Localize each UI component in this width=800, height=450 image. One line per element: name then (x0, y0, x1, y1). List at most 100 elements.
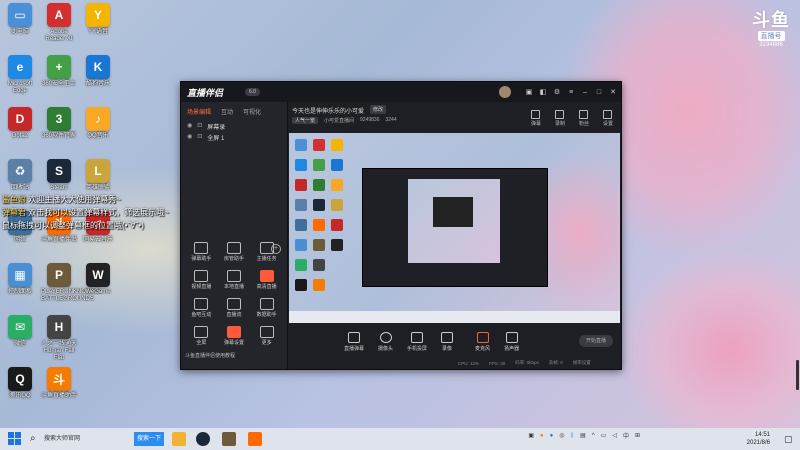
tool-item[interactable]: 主播任务 (250, 242, 283, 262)
volume-icon[interactable]: ◁ (612, 432, 617, 439)
desktop-icon-label: Steam (50, 185, 68, 191)
douyu-icon[interactable] (248, 432, 262, 446)
desktop-icon[interactable]: W WeGame (80, 263, 116, 296)
message-icon[interactable]: ▣ (525, 88, 533, 96)
desktop-icon[interactable]: e Microsoft Edge (2, 55, 38, 95)
settings-tool[interactable]: 设置 (603, 110, 613, 127)
input-mode-icon[interactable]: ⊞ (635, 432, 640, 439)
folder-icon[interactable] (172, 432, 186, 446)
search-icon[interactable]: ⌕ (30, 432, 44, 446)
maximize-icon[interactable]: □ (595, 89, 603, 96)
mic-control[interactable]: 麦克风 (475, 332, 490, 352)
tray-app-icon[interactable]: ● (550, 433, 554, 439)
scene-item[interactable]: ◉ ⊡ 全屏 1 (181, 132, 287, 143)
record-control[interactable]: 录像 (441, 332, 454, 352)
menu-icon[interactable]: ≡ (567, 89, 575, 96)
eye-icon[interactable]: ◉ (187, 122, 192, 131)
desktop-icon[interactable]: S Steam (41, 159, 77, 192)
desktop-icon-label: 控制面板 (7, 289, 32, 295)
tool-item[interactable]: 房管助手 (218, 242, 251, 262)
tool-item[interactable]: 全屏 (185, 326, 218, 346)
desktop-icon[interactable]: ✉ 微信 (2, 315, 38, 348)
framerate-setting[interactable]: 帧率设置 (573, 360, 591, 366)
scene-item[interactable]: ◉ ⊡ 屏幕录 (181, 121, 287, 132)
desktop-icon[interactable]: ♻ 回收站 (2, 159, 38, 192)
ime-indicator[interactable]: 中 (623, 431, 629, 440)
tool-item[interactable]: 直播流 (218, 298, 251, 318)
tool-item[interactable]: 高清直播 (250, 270, 283, 290)
settings-icon[interactable]: ⚙ (553, 88, 561, 96)
fans-tool[interactable]: 粉丝 (579, 110, 589, 127)
tab-scene-edit[interactable]: 场景编辑 (187, 107, 211, 116)
desktop-icon[interactable]: 3 360软件管家 (41, 107, 77, 140)
desktop-icon[interactable]: ▭ 此电脑 (2, 3, 38, 36)
start-live-button[interactable]: 开始直播 (579, 335, 613, 347)
record-tool[interactable]: 录制 (555, 110, 565, 127)
edit-title-button[interactable]: 修改 (370, 105, 387, 114)
tool-item[interactable]: 鱼吧互动 (185, 298, 218, 318)
tool-item[interactable]: 弹幕助手 (185, 242, 218, 262)
title-bar[interactable]: 直播伴侣 6.0 ▣ ◧ ⚙ ≡ – □ ✕ (181, 82, 621, 102)
network-icon[interactable]: ▭ (601, 432, 607, 439)
tray-app-icon[interactable]: ◎ (559, 432, 564, 439)
desktop-icon[interactable]: L 英雄联盟 (80, 159, 116, 192)
streaming-app-window[interactable]: 直播伴侣 6.0 ▣ ◧ ⚙ ≡ – □ ✕ 场景编辑 互动 可视化 ◉ ⊡ 屏… (180, 81, 622, 370)
skin-icon[interactable]: ◧ (539, 88, 547, 96)
tool-item[interactable]: 更多 (250, 326, 283, 346)
desktop-icon[interactable]: Q 腾讯QQ (2, 367, 38, 400)
preview-desktop-icon (295, 199, 307, 211)
desktop-icon[interactable]: P PLAYERUNKNOWN'S BATTLEGROUNDS (41, 263, 101, 303)
danmu-line[interactable]: 鼠标拖拽可以调整弹幕框的位置哦(•ˇ∀ˇ•) (2, 220, 144, 231)
game-icon[interactable] (222, 432, 236, 446)
notification-icon[interactable]: ▢ (784, 432, 794, 446)
tutorial-link[interactable]: 斗鱼直播伴侣使用教程 (185, 352, 235, 359)
tray-app-icon[interactable]: ▣ (528, 432, 534, 439)
lock-icon[interactable]: ⊡ (197, 122, 202, 131)
tab-interact[interactable]: 互动 (221, 107, 233, 116)
desktop-icon[interactable]: ♪ QQ音乐 (80, 107, 116, 140)
tool-item[interactable]: 弹幕设置 (218, 326, 251, 346)
clock[interactable]: 14:51 2021/8/6 (747, 431, 770, 447)
camera-control[interactable]: 摄像头 (378, 332, 393, 352)
desktop-icon-label: 360软件管家 (41, 133, 76, 139)
danmu-line[interactable]: 鲨鱼娘 欢迎主播大大使用弹幕秀~ (2, 194, 121, 205)
desktop-icon-label: 360安全卫士 (41, 81, 76, 87)
lock-icon[interactable]: ⊡ (197, 133, 202, 142)
tray-app-icon[interactable]: ▤ (580, 432, 586, 439)
desktop-icon[interactable]: H 人之一线通天 Human Fall Flat (41, 315, 77, 362)
tool-item[interactable]: 数据助手 (250, 298, 283, 318)
wallpaper-cloud (620, 250, 800, 428)
steam-icon[interactable] (196, 432, 210, 446)
chevron-up-icon[interactable]: ^ (592, 433, 595, 439)
windows-start-icon[interactable] (8, 432, 22, 446)
danmu-control[interactable]: 直播弹幕 (344, 332, 364, 352)
tool-item[interactable]: 本地直播 (218, 270, 251, 290)
desktop-icon[interactable]: 斗斗鱼直播助手 (41, 367, 77, 400)
desktop-icon[interactable]: A Adobe Reader XI (41, 3, 77, 43)
danmu-tool[interactable]: 弹幕 (531, 110, 541, 127)
desktop-icon[interactable]: K 酷狗音乐 (80, 55, 116, 88)
danmu-line[interactable]: 弹幕君 双击我可以设置弹幕样式，筛选展示哦~ (2, 207, 169, 218)
desktop-icon[interactable]: +360安全卫士 (41, 55, 77, 88)
minimize-icon[interactable]: – (581, 89, 589, 96)
speaker-control[interactable]: 扬声器 (504, 332, 519, 352)
popularity-tag[interactable]: 人气一览 (292, 117, 319, 124)
preview-desktop-icon (331, 219, 343, 231)
scrollbar[interactable] (796, 360, 799, 390)
tab-visual[interactable]: 可视化 (243, 107, 261, 116)
desktop-icon[interactable]: ▦ 控制面板 (2, 263, 38, 296)
desktop-icon[interactable]: Y YY语音 (80, 3, 116, 36)
bluetooth-icon[interactable]: ᛒ (571, 433, 575, 439)
close-icon[interactable]: ✕ (609, 88, 617, 96)
search-input[interactable]: 搜索大师官网 (44, 431, 130, 447)
phone-cast-control[interactable]: 手机投屏 (407, 332, 427, 352)
desktop-icon[interactable]: D Dota2 (2, 107, 38, 140)
stream-preview[interactable] (289, 133, 620, 323)
search-button[interactable]: 搜索一下 (134, 432, 164, 446)
avatar[interactable] (499, 86, 511, 98)
tray-app-icon[interactable]: ● (540, 433, 544, 439)
tool-item[interactable]: 视频直播 (185, 270, 218, 290)
tool-label: 鱼吧互动 (191, 312, 212, 318)
eye-icon[interactable]: ◉ (187, 133, 192, 142)
danmu-icon (531, 110, 541, 119)
